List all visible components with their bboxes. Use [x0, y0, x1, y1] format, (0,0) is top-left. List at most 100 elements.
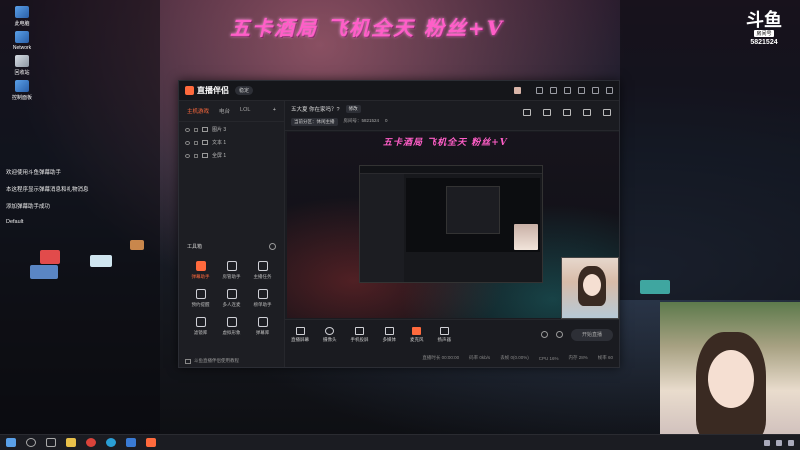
info-actions: [523, 109, 611, 116]
minimize-icon[interactable]: [578, 87, 585, 94]
danmu-notices: 欢迎使用斗鱼弹幕助手 本这程序显示弹幕消息和礼物消息 添加弹幕助手成功 Defa…: [6, 168, 89, 225]
volume-icon[interactable]: [788, 439, 794, 446]
lock-icon[interactable]: [194, 140, 198, 145]
close-icon[interactable]: [606, 87, 613, 94]
desktop-icon-control-panel[interactable]: 控制面板: [2, 80, 42, 101]
edge-icon[interactable]: [106, 438, 116, 447]
eye-icon[interactable]: [541, 331, 548, 338]
tool-avatar[interactable]: 虚拟形象: [216, 317, 247, 336]
source-item[interactable]: 文本 1: [185, 139, 278, 146]
room-info: 房间号：5821524: [343, 118, 380, 123]
app-titlebar[interactable]: 直播伴侣 稳定: [179, 81, 619, 101]
speaker-button[interactable]: 扬声器: [438, 326, 451, 343]
control-panel-icon: [15, 80, 29, 92]
store-icon[interactable]: [126, 438, 136, 447]
share-icon[interactable]: [603, 109, 611, 116]
record-icon[interactable]: [563, 109, 571, 116]
bag-icon[interactable]: [523, 109, 531, 116]
background-neon: [640, 280, 670, 294]
screen-capture-button[interactable]: 直播屏幕: [291, 326, 309, 343]
start-controls: 开始直播: [541, 328, 613, 341]
background-neon: [130, 240, 144, 250]
bell-icon[interactable]: [583, 109, 591, 116]
desktop-icon-computer[interactable]: 此电脑: [2, 6, 42, 27]
filter-icon: [195, 317, 206, 327]
tool-reminder[interactable]: 预约提醒: [185, 289, 216, 308]
media-icon: [384, 326, 394, 335]
image-icon: [202, 127, 208, 132]
settings-icon[interactable]: [550, 87, 557, 94]
tutorial-link[interactable]: 斗鱼直播伴侣使用教程: [185, 358, 239, 364]
source-list: 图片 3 文本 1 全屏 1: [179, 122, 284, 163]
start-live-button[interactable]: 开始直播: [571, 328, 613, 341]
task-icon: [257, 261, 268, 271]
taskview-icon[interactable]: [46, 438, 56, 447]
skin-icon[interactable]: [564, 87, 571, 94]
user-avatar[interactable]: [514, 87, 521, 94]
status-cpu: CPU 16%: [538, 355, 559, 361]
lock-icon[interactable]: [194, 127, 198, 132]
nested-preview: [406, 178, 540, 252]
taskbar: [0, 434, 800, 450]
left-panel: 主机游戏 电台 LOL + 图片 3 文本 1 全屏 1 工具箱 弹幕助手 房管…: [179, 101, 285, 367]
status-fps: 帧率 60: [597, 355, 613, 360]
status-duration: 直播时长 00:00:00: [422, 355, 460, 360]
settings-icon[interactable]: [556, 331, 563, 338]
eye-icon[interactable]: [185, 153, 190, 158]
tool-filters[interactable]: 滤镜库: [185, 317, 216, 336]
book-icon: [185, 358, 191, 364]
phone-cast-button[interactable]: 手机投屏: [351, 326, 369, 343]
tool-room-manager[interactable]: 房管助手: [216, 261, 247, 280]
network-icon: [15, 31, 29, 43]
danmu-icon: [195, 261, 206, 271]
source-item[interactable]: 全屏 1: [185, 152, 278, 159]
status-dropped: 丢帧 0(0.00%): [500, 355, 529, 360]
category-label[interactable]: 当前分区：休闲主播: [291, 118, 338, 126]
desktop-icon-network[interactable]: Network: [2, 31, 42, 51]
version-badge[interactable]: 稳定: [235, 86, 254, 95]
chrome-icon[interactable]: [86, 438, 96, 447]
tab-lol[interactable]: LOL: [240, 107, 250, 115]
nested-camera: [514, 224, 538, 250]
eye-icon[interactable]: [185, 140, 190, 145]
nested-left-panel: [360, 174, 404, 282]
room-label: 房间号: [754, 30, 774, 37]
message-icon[interactable]: [536, 87, 543, 94]
network-icon[interactable]: [776, 439, 782, 446]
edit-title-button[interactable]: 修改: [345, 105, 361, 113]
lock-icon[interactable]: [543, 109, 551, 116]
lock-icon[interactable]: [194, 153, 198, 158]
search-icon[interactable]: [26, 438, 36, 447]
app-icon[interactable]: [146, 438, 156, 447]
bell-icon: [195, 289, 206, 299]
source-item[interactable]: 图片 3: [185, 126, 278, 133]
tool-multi-mic[interactable]: 多人连麦: [216, 289, 247, 308]
tab-radio[interactable]: 电台: [219, 107, 230, 115]
nested-preview-window: [359, 165, 543, 283]
tool-danmu[interactable]: 弹幕助手: [185, 261, 216, 280]
camera-button[interactable]: 摄像头: [323, 326, 337, 343]
tab-console[interactable]: 主机游戏: [187, 107, 209, 115]
computer-icon: [15, 6, 29, 18]
background-neon: [30, 265, 58, 279]
add-scene-button[interactable]: +: [273, 107, 276, 115]
tool-ranking[interactable]: 榜单助手: [247, 289, 278, 308]
status-bitrate: 码率 0kb/s: [469, 355, 491, 360]
explorer-icon[interactable]: [66, 438, 76, 447]
phone-icon: [355, 326, 364, 335]
desktop-icon-recycle-bin[interactable]: 回收站: [2, 55, 42, 76]
status-bar: 直播时长 00:00:00 码率 0kb/s 丢帧 0(0.00%) CPU 1…: [285, 349, 619, 367]
eye-icon[interactable]: [185, 127, 190, 132]
source-bar: 直播屏幕 摄像头 手机投屏 多媒体 麦克风 扬声器 开始直播: [285, 319, 619, 349]
tray-icon[interactable]: [764, 439, 770, 446]
more-icon[interactable]: [269, 243, 276, 250]
start-icon[interactable]: [6, 438, 16, 447]
media-button[interactable]: 多媒体: [383, 326, 396, 343]
download-icon: [226, 289, 237, 299]
maximize-icon[interactable]: [592, 87, 599, 94]
speaker-icon: [439, 326, 449, 335]
tool-tasks[interactable]: 主播任务: [247, 261, 278, 280]
tool-danmu-library[interactable]: 弹幕库: [247, 317, 278, 336]
microphone-button[interactable]: 麦克风: [410, 326, 424, 343]
user-icon: [226, 261, 237, 271]
